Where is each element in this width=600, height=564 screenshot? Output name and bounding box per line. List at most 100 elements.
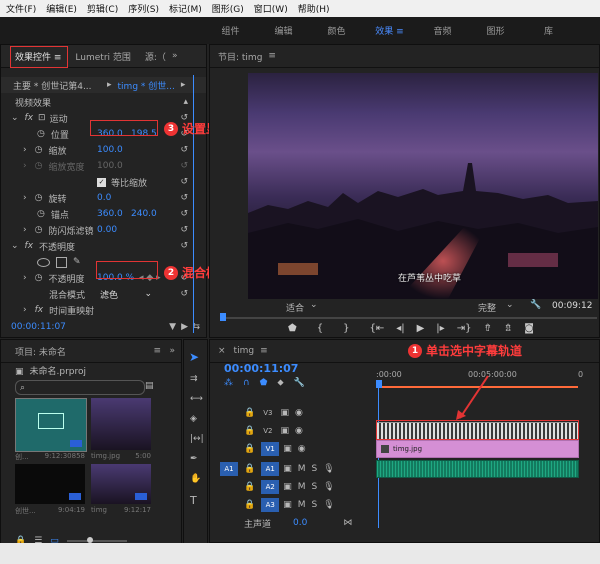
timeline-timecode[interactable]: 00:00:11:07 — [224, 362, 298, 375]
panel-more-icon[interactable]: » — [172, 51, 178, 61]
uniform-scale-checkbox[interactable]: ✓ — [97, 177, 106, 187]
film-icon[interactable]: ▣ — [283, 482, 292, 492]
step-back-icon[interactable]: ◂| — [396, 323, 404, 334]
project-item-thumb[interactable] — [15, 398, 87, 452]
panel-more-icon[interactable]: » — [169, 346, 175, 356]
tab-lumetri-scopes[interactable]: Lumetri 范围 — [75, 50, 130, 63]
camera-icon[interactable]: ◙ — [524, 323, 534, 334]
project-file-row[interactable]: ▣ 未命名.prproj — [15, 364, 86, 377]
fx-icon[interactable]: fx — [35, 305, 44, 315]
solo-button[interactable]: S — [312, 500, 318, 510]
eye-icon[interactable]: ◉ — [295, 426, 303, 436]
mute-button[interactable]: M — [298, 482, 306, 492]
rotation-value[interactable]: 0.0 — [97, 193, 111, 203]
track-a2[interactable]: 🔒 A2 ▣ M S 🎙 — [210, 478, 417, 496]
tab-source[interactable]: 源:（ — [145, 50, 166, 63]
program-monitor-title[interactable]: 节目: timg — [218, 50, 262, 63]
go-to-in-icon[interactable]: {⇤ — [369, 323, 384, 334]
chevron-right-icon[interactable]: › — [23, 273, 27, 283]
ellipse-mask-icon[interactable] — [37, 257, 50, 267]
track-label[interactable]: V1 — [261, 442, 280, 456]
workspace-tab-assembly[interactable]: 组件 — [204, 24, 257, 37]
selection-tool-icon[interactable]: ➤ — [189, 350, 199, 364]
add-marker-icon[interactable]: ⬟ — [260, 378, 268, 388]
film-icon[interactable]: ▣ — [280, 408, 289, 418]
clip-selector[interactable]: timg * 创世... — [118, 79, 175, 92]
workspace-tab-color[interactable]: 颜色 — [310, 24, 363, 37]
effect-playhead-line[interactable] — [193, 75, 194, 333]
stopwatch-icon[interactable]: ◷ — [35, 225, 43, 235]
stopwatch-icon[interactable]: ◷ — [35, 273, 43, 283]
workspace-tab-graphics[interactable]: 图形 — [469, 24, 522, 37]
zoom-slider[interactable] — [66, 537, 127, 543]
stopwatch-icon[interactable]: ◷ — [35, 193, 43, 203]
lock-icon[interactable]: 🔒 — [244, 464, 255, 474]
audio-clip[interactable] — [376, 460, 579, 478]
microphone-icon[interactable]: 🎙 — [323, 482, 334, 492]
extract-icon[interactable]: ⇯ — [504, 323, 512, 334]
timeline-tab[interactable]: timg — [234, 346, 255, 356]
track-a3[interactable]: 🔒 A3 ▣ M S 🎙 — [210, 496, 417, 514]
menu-graphics[interactable]: 图形(G) — [212, 2, 244, 15]
lock-icon[interactable]: 🔒 — [244, 444, 255, 454]
video-clip-timg[interactable]: timg.jpg — [376, 440, 579, 458]
menu-clip[interactable]: 剪辑(C) — [87, 2, 118, 15]
new-bin-icon[interactable]: ▤ — [145, 381, 154, 391]
film-icon[interactable]: ▣ — [280, 426, 289, 436]
workspace-tab-effects[interactable]: 效果 ≡ — [363, 24, 416, 37]
rectangle-mask-icon[interactable] — [56, 256, 67, 268]
workspace-tab-editing[interactable]: 编辑 — [257, 24, 310, 37]
anchor-y-value[interactable]: 240.0 — [131, 209, 157, 219]
video-preview[interactable]: 在芦苇丛中吃草 — [248, 73, 598, 299]
menu-icon[interactable]: ≡ — [260, 346, 268, 356]
eye-icon[interactable]: ◉ — [295, 408, 303, 418]
stopwatch-icon[interactable]: ◷ — [37, 129, 45, 139]
reset-icon[interactable]: ↺ — [180, 145, 188, 155]
lock-icon[interactable]: 🔒 — [244, 500, 255, 510]
filter-icon[interactable]: ▼ — [169, 322, 176, 332]
reset-icon[interactable]: ↺ — [180, 289, 188, 299]
antiflicker-value[interactable]: 0.00 — [97, 225, 117, 235]
reset-icon[interactable]: ↺ — [180, 241, 188, 251]
film-icon[interactable]: ▣ — [283, 500, 292, 510]
add-marker-icon[interactable]: ⬟ — [288, 323, 297, 334]
ripple-edit-tool-icon[interactable]: ⟷ — [190, 394, 203, 404]
lock-icon[interactable]: 🔒 — [244, 482, 255, 492]
chevron-down-icon[interactable]: ⌄ — [506, 300, 514, 310]
menu-marker[interactable]: 标记(M) — [169, 2, 202, 15]
snap-icon[interactable]: ⁂ — [224, 378, 233, 388]
workspace-tab-audio[interactable]: 音频 — [416, 24, 469, 37]
close-icon[interactable]: × — [218, 346, 226, 356]
menu-window[interactable]: 窗口(W) — [254, 2, 288, 15]
hand-tool-icon[interactable]: ✋ — [190, 474, 201, 484]
anchor-x-value[interactable]: 360.0 — [97, 209, 123, 219]
project-item-thumb[interactable] — [91, 398, 151, 450]
menu-sequence[interactable]: 序列(S) — [128, 2, 159, 15]
reset-icon[interactable]: ↺ — [180, 225, 188, 235]
fx-icon[interactable]: fx — [25, 241, 34, 251]
lock-icon[interactable]: 🔒 — [244, 408, 255, 418]
master-clip-label[interactable]: 主要 * 创世记第4... — [13, 79, 101, 92]
track-master[interactable]: 主声道 0.0 ⋈ — [210, 514, 417, 532]
quality-select[interactable]: 完整 — [478, 301, 496, 314]
lift-icon[interactable]: ⇮ — [483, 323, 491, 334]
chevron-down-icon[interactable]: ⌄ — [11, 241, 19, 251]
source-patch-a1[interactable]: A1 — [220, 462, 238, 476]
chevron-down-icon[interactable]: ⌄ — [11, 113, 19, 123]
reset-icon[interactable]: ↺ — [180, 177, 188, 187]
solo-button[interactable]: S — [312, 464, 318, 474]
pen-tool-icon[interactable]: ✒ — [190, 454, 198, 464]
go-to-out-icon[interactable]: ⇥} — [457, 323, 472, 334]
stopwatch-icon[interactable]: ◷ — [37, 209, 45, 219]
marker-icon[interactable]: ⬥ — [277, 378, 283, 388]
slip-tool-icon[interactable]: |↔| — [190, 434, 204, 444]
reset-icon[interactable]: ↺ — [180, 193, 188, 203]
menu-edit[interactable]: 编辑(E) — [46, 2, 77, 15]
workspace-tab-libraries[interactable]: 库 — [522, 24, 575, 37]
mute-button[interactable]: M — [298, 500, 306, 510]
stopwatch-icon[interactable]: ◷ — [35, 145, 43, 155]
project-search-input[interactable]: ⌕ — [15, 380, 145, 395]
lock-icon[interactable]: 🔒 — [244, 426, 255, 436]
mute-button[interactable]: M — [298, 464, 306, 474]
timeline-playhead[interactable] — [376, 380, 382, 388]
